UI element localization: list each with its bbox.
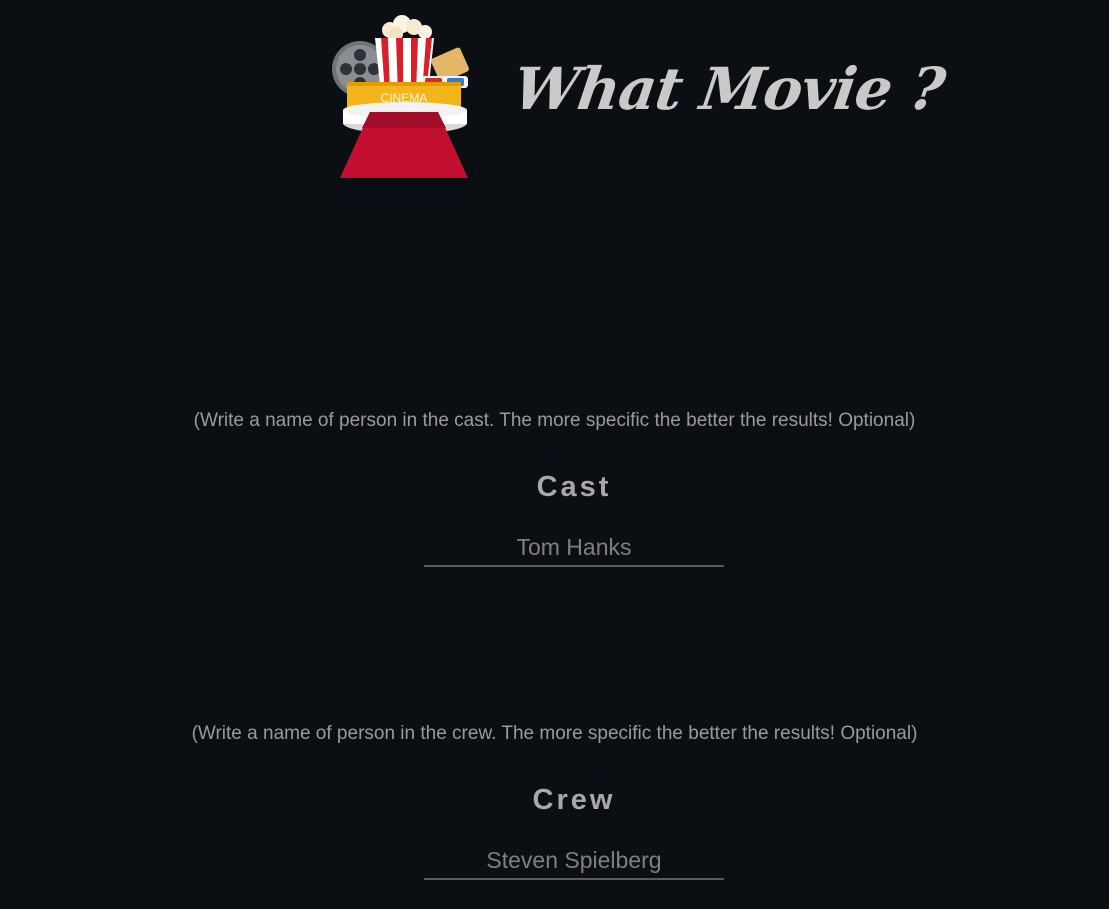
cinema-logo: CINEMA bbox=[318, 12, 496, 178]
cast-label: Cast bbox=[536, 471, 612, 503]
cast-hint: (Write a name of person in the cast. The… bbox=[193, 410, 916, 431]
crew-input[interactable] bbox=[424, 842, 724, 880]
page: CINEMA What Movie ? (Write a name of per… bbox=[0, 0, 1109, 909]
crew-label: Crew bbox=[532, 784, 616, 816]
page-title: What Movie ? bbox=[509, 55, 949, 123]
cast-input[interactable] bbox=[424, 529, 724, 567]
cinema-popcorn-red-carpet-icon: CINEMA bbox=[332, 15, 469, 178]
crew-hint: (Write a name of person in the crew. The… bbox=[191, 723, 918, 744]
